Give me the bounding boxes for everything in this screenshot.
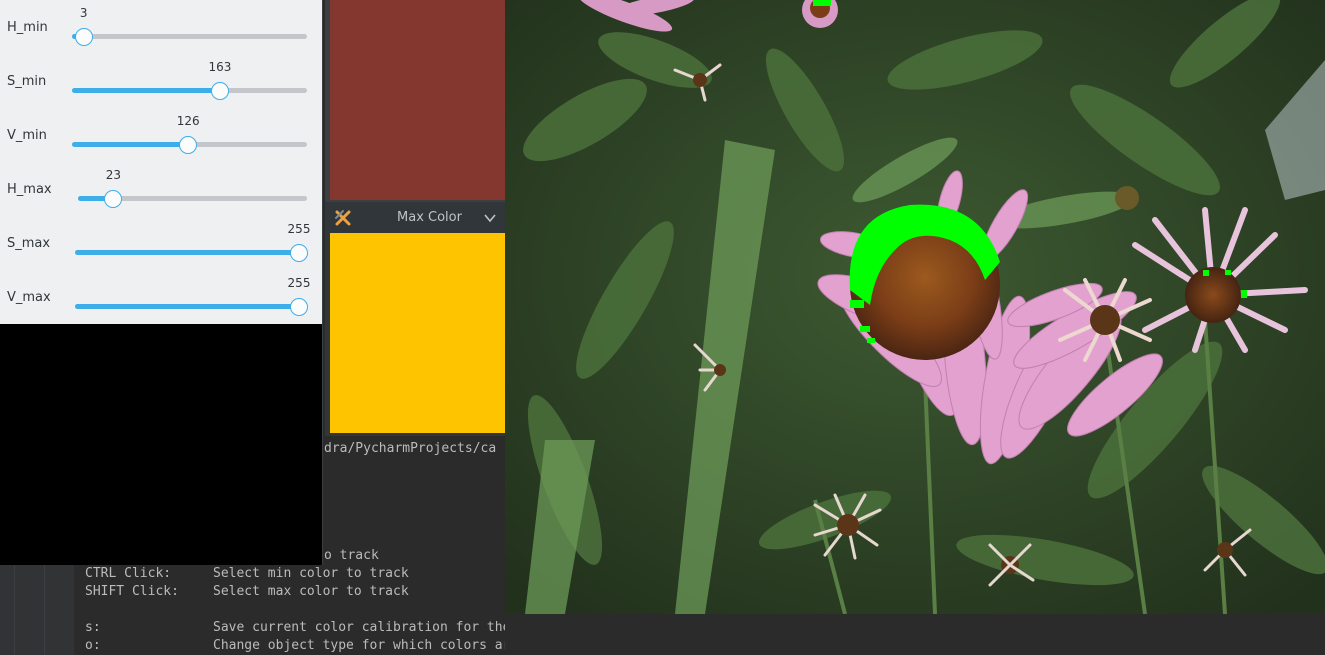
chevron-down-icon[interactable] xyxy=(483,211,497,225)
trackbar-value: 255 xyxy=(287,222,311,236)
shortcut-key: CTRL Click: xyxy=(85,566,172,581)
ide-gutter-divider xyxy=(14,565,15,655)
min-color-swatch xyxy=(330,0,529,200)
ide-side-strip xyxy=(0,565,74,655)
trackbar-fill xyxy=(72,142,189,147)
trackbar-label: V_max xyxy=(7,290,51,305)
trackbar-groove[interactable] xyxy=(72,88,307,93)
shortcut-key: o: xyxy=(85,638,101,653)
trackbar-groove[interactable] xyxy=(75,250,307,255)
trackbar-s-max[interactable]: S_max 255 xyxy=(0,216,322,270)
flower-photo xyxy=(505,0,1325,614)
max-color-window: Max Color xyxy=(325,202,534,436)
ide-gutter-divider xyxy=(44,565,45,655)
trackbar-handle[interactable] xyxy=(104,190,123,208)
camera-image-window[interactable] xyxy=(505,0,1325,614)
shortcut-desc: Select min color to track xyxy=(213,566,409,581)
trackbar-groove[interactable] xyxy=(75,304,307,309)
trackbar-label: S_min xyxy=(7,74,47,89)
shortcut-desc: Select max color to track xyxy=(213,584,409,599)
trackbar-h-max[interactable]: H_max 23 xyxy=(0,162,322,216)
trackbar-label: H_max xyxy=(7,182,52,197)
trackbar-handle[interactable] xyxy=(179,136,198,154)
terminal-path-fragment: dra/PycharmProjects/ca xyxy=(324,441,497,456)
trackbar-panel: H_min 3 S_min 163 V_min 126 H_max 23 S_max 255 V_m… xyxy=(0,0,322,324)
window-title: Max Color xyxy=(397,210,462,225)
trackbar-h-min[interactable]: H_min 3 xyxy=(0,0,322,54)
trackbar-label: S_max xyxy=(7,236,51,251)
trackbar-fill xyxy=(72,88,220,93)
trackbar-v-min[interactable]: V_min 126 xyxy=(0,108,322,162)
trackbar-groove[interactable] xyxy=(72,34,307,39)
trackbar-v-max[interactable]: V_max 255 xyxy=(0,270,322,324)
trackbar-label: H_min xyxy=(7,20,48,35)
trackbar-handle[interactable] xyxy=(210,82,229,100)
terminal-fragment-line: o track xyxy=(324,548,379,563)
trackbar-value: 255 xyxy=(287,276,311,290)
trackbar-value: 163 xyxy=(208,60,232,74)
trackbar-fill xyxy=(75,304,299,309)
max-color-swatch xyxy=(330,233,530,433)
trackbar-handle[interactable] xyxy=(74,28,93,46)
trackbar-handle[interactable] xyxy=(290,298,308,316)
terminal-output-bottom xyxy=(505,614,1325,655)
trackbar-value: 3 xyxy=(79,6,88,20)
window-titlebar[interactable]: Max Color xyxy=(325,202,534,233)
trackbar-fill xyxy=(75,250,299,255)
trackbar-handle[interactable] xyxy=(290,244,308,262)
trackbar-s-min[interactable]: S_min 163 xyxy=(0,54,322,108)
trackbar-value: 126 xyxy=(176,114,200,128)
min-color-window xyxy=(325,0,534,202)
shortcut-key: SHIFT Click: xyxy=(85,584,179,599)
shortcut-key: s: xyxy=(85,620,101,635)
trackbar-window: H_min 3 S_min 163 V_min 126 H_max 23 S_max 255 V_m… xyxy=(0,0,323,565)
trackbar-label: V_min xyxy=(7,128,47,143)
trackbar-value: 23 xyxy=(105,168,121,182)
